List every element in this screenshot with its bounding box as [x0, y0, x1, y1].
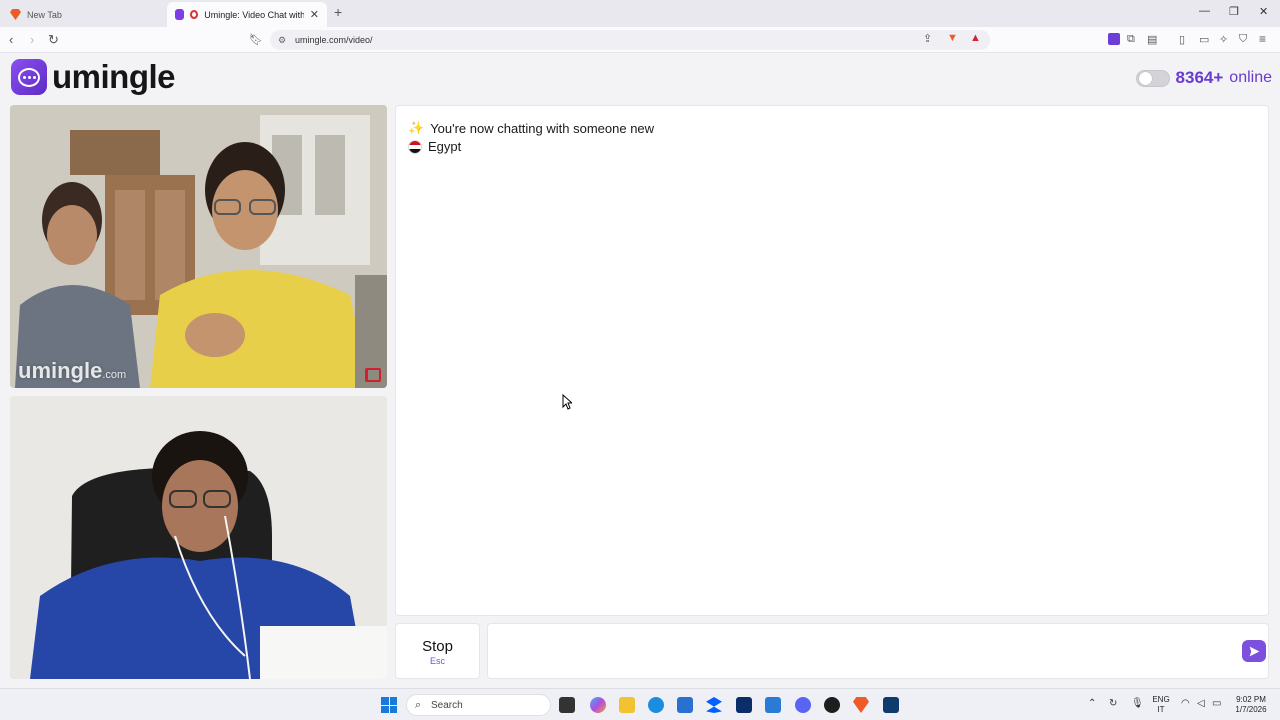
- battery-icon[interactable]: ▭: [1212, 698, 1221, 709]
- online-label: online: [1229, 69, 1272, 86]
- photoshop-icon[interactable]: [736, 697, 752, 713]
- site-info-icon[interactable]: ⚙: [278, 35, 286, 46]
- clock-date: 1/7/2026: [1235, 705, 1267, 714]
- minimize-icon[interactable]: —: [1199, 5, 1210, 17]
- restore-icon[interactable]: ❐: [1229, 5, 1239, 18]
- obs-icon[interactable]: [824, 697, 840, 713]
- keyboard-layout: IT: [1157, 705, 1165, 714]
- menu-icon[interactable]: ≡: [1259, 32, 1266, 46]
- theme-toggle[interactable]: [1135, 69, 1170, 87]
- share-icon[interactable]: ⇪: [923, 32, 932, 45]
- stop-shortcut-hint: Esc: [429, 656, 445, 666]
- tab-label: New Tab: [27, 9, 62, 20]
- windows-taskbar: ⌕ Search ⌃ ↻ 🎙︎ ENG IT ◠ ◁ ▭ 9:02 PM 1/7…: [0, 688, 1280, 720]
- stop-label: Stop: [422, 638, 453, 655]
- steam-icon[interactable]: [883, 697, 899, 713]
- wallet-icon[interactable]: ▭: [1199, 33, 1209, 46]
- brave-taskbar-icon[interactable]: [853, 697, 869, 713]
- file-explorer-icon[interactable]: [619, 697, 635, 713]
- umingle-favicon: [175, 9, 185, 20]
- wifi-icon[interactable]: ◠: [1181, 698, 1190, 709]
- send-button[interactable]: [1242, 640, 1266, 662]
- chat-bubble-icon: [11, 59, 47, 95]
- stranger-video-feed: [10, 105, 387, 388]
- stop-button[interactable]: Stop Esc: [395, 623, 480, 679]
- windows-start-icon[interactable]: [381, 697, 397, 713]
- tab-search-icon[interactable]: ▤: [1147, 33, 1157, 46]
- new-tab-button[interactable]: +: [334, 4, 342, 20]
- tab-label: Umingle: Video Chat with Stra: [204, 9, 304, 20]
- discord-icon[interactable]: [795, 697, 811, 713]
- partner-country: Egypt: [408, 139, 461, 154]
- show-hidden-icons[interactable]: ⌃: [1088, 698, 1096, 709]
- microphone-icon[interactable]: 🎙︎: [1131, 698, 1144, 709]
- forward-icon[interactable]: ›: [30, 32, 34, 47]
- online-count: 8364+: [1175, 68, 1224, 87]
- url-text: umingle.com/video/: [295, 35, 373, 45]
- sidebar-icon[interactable]: ▯: [1179, 33, 1185, 46]
- tab-umingle[interactable]: Umingle: Video Chat with Stra ✕: [167, 2, 327, 27]
- umingle-extension-icon[interactable]: [1108, 33, 1120, 45]
- sparkle-icon: ✨: [408, 120, 425, 135]
- search-icon: ⌕: [415, 699, 422, 711]
- browser-toolbar: ‹ › ↻ 🔖︎ ⚙ umingle.com/video/ ⇪ ▼ ▲ ⧉ ▤ …: [0, 27, 1280, 53]
- clock-time: 9:02 PM: [1236, 695, 1266, 704]
- vpn-icon[interactable]: ⛉: [1239, 33, 1247, 46]
- self-video: [10, 396, 387, 679]
- store-icon[interactable]: [677, 697, 693, 713]
- close-window-icon[interactable]: ✕: [1259, 5, 1268, 18]
- system-message-text: You're now chatting with someone new: [430, 120, 655, 136]
- close-tab-icon[interactable]: ✕: [310, 8, 319, 21]
- recording-icon: [190, 10, 199, 19]
- taskbar-search-label: Search: [431, 699, 463, 711]
- browser-tab-bar: New Tab Umingle: Video Chat with Stra ✕ …: [0, 0, 1280, 27]
- brave-rewards-icon[interactable]: ▲: [970, 32, 981, 44]
- extensions-icon[interactable]: ⧉: [1127, 33, 1135, 46]
- site-logo[interactable]: umingle: [11, 58, 176, 96]
- self-video-feed: [10, 396, 387, 679]
- copilot-icon[interactable]: [590, 697, 606, 713]
- back-icon[interactable]: ‹: [9, 32, 13, 47]
- language-code: ENG: [1152, 695, 1170, 704]
- message-input[interactable]: [487, 623, 1269, 679]
- mouse-cursor: [562, 394, 572, 410]
- task-view-icon[interactable]: [559, 697, 575, 713]
- address-bar[interactable]: ⚙ umingle.com/video/ ⇪ ▼ ▲: [270, 30, 990, 50]
- language-indicator[interactable]: ENG IT: [1150, 695, 1172, 715]
- tab-new-tab[interactable]: New Tab: [2, 2, 167, 27]
- leo-ai-icon[interactable]: ✧: [1219, 33, 1228, 46]
- sync-icon[interactable]: ↻: [1109, 698, 1117, 709]
- online-indicator: 8364+ online: [1135, 68, 1272, 88]
- mail-icon[interactable]: [765, 697, 781, 713]
- edge-icon[interactable]: [648, 697, 664, 713]
- system-message: ✨ You're now chatting with someone new: [408, 120, 654, 136]
- brave-icon: [10, 9, 21, 20]
- logo-text: umingle: [52, 58, 176, 95]
- send-icon: [1249, 646, 1259, 656]
- brave-shields-icon[interactable]: ▼: [947, 32, 958, 44]
- volume-icon[interactable]: ◁: [1197, 698, 1205, 709]
- report-flag-icon[interactable]: [365, 368, 381, 382]
- umingle-watermark: umingle.com: [18, 358, 127, 383]
- reload-icon[interactable]: ↻: [48, 32, 59, 48]
- stranger-video: umingle.com: [10, 105, 387, 388]
- clock[interactable]: 9:02 PM 1/7/2026: [1228, 695, 1274, 715]
- taskbar-search[interactable]: ⌕ Search: [406, 694, 551, 716]
- chat-log: ✨ You're now chatting with someone new E…: [395, 105, 1269, 616]
- partner-country-text: Egypt: [428, 139, 462, 154]
- dropbox-icon[interactable]: [706, 697, 722, 713]
- bookmark-icon[interactable]: 🔖︎: [249, 33, 263, 46]
- egypt-flag-icon: [408, 139, 422, 154]
